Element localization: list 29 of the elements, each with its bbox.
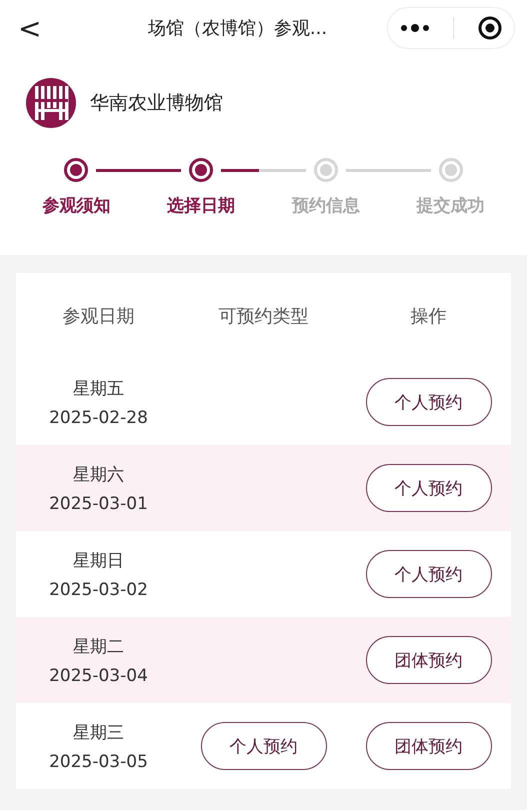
museum-logo-icon xyxy=(26,78,76,128)
booking-type-button[interactable]: 个人预约 xyxy=(200,722,326,770)
date-text: 2025-02-28 xyxy=(49,408,148,428)
weekday-text: 星期二 xyxy=(72,636,124,658)
step-label: 选择日期 xyxy=(167,195,236,217)
back-button[interactable]: < xyxy=(18,12,48,44)
step-label: 预约信息 xyxy=(292,195,360,217)
step-label: 参观须知 xyxy=(42,195,110,217)
booking-button[interactable]: 个人预约 xyxy=(366,464,492,512)
column-header: 可预约类型 xyxy=(218,305,308,328)
column-header: 参观日期 xyxy=(62,305,134,328)
date-text: 2025-03-01 xyxy=(49,494,148,514)
close-icon[interactable] xyxy=(478,16,502,40)
booking-button[interactable]: 个人预约 xyxy=(366,378,492,426)
weekday-text: 星期五 xyxy=(72,378,124,400)
date-text: 2025-03-02 xyxy=(49,580,148,600)
museum-name: 华南农业博物馆 xyxy=(90,91,223,116)
page-title: 场馆（农博馆）参观... xyxy=(146,17,328,40)
weekday-text: 星期六 xyxy=(72,464,124,486)
date-text: 2025-03-04 xyxy=(49,666,148,686)
weekday-text: 星期日 xyxy=(72,550,124,572)
column-header: 操作 xyxy=(410,305,446,328)
step-label: 提交成功 xyxy=(416,195,485,217)
date-text: 2025-03-05 xyxy=(49,752,148,772)
booking-button[interactable]: 个人预约 xyxy=(366,550,492,598)
booking-button[interactable]: 团体预约 xyxy=(366,722,492,770)
weekday-text: 星期三 xyxy=(72,722,124,744)
booking-button[interactable]: 团体预约 xyxy=(366,636,492,684)
more-icon[interactable] xyxy=(400,24,430,32)
